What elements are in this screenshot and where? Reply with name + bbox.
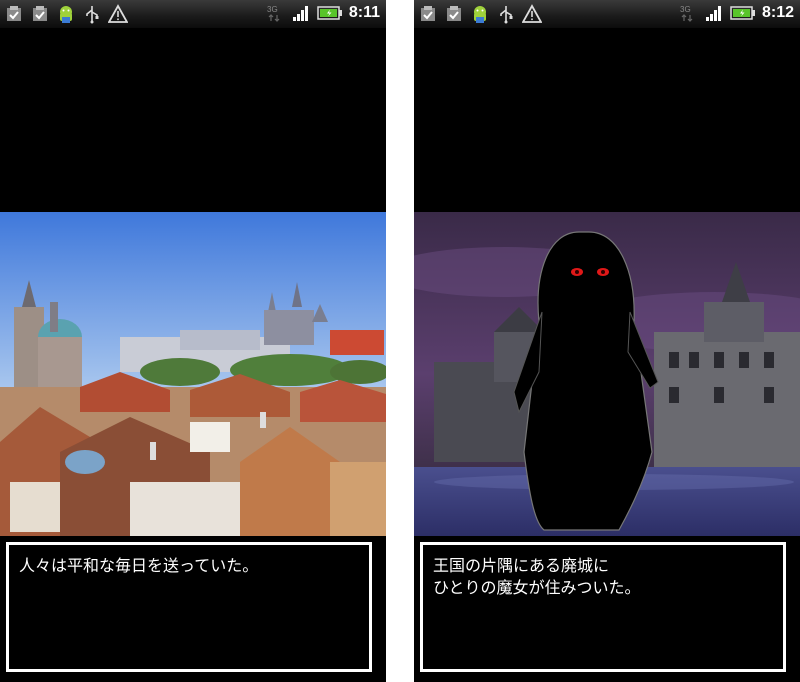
status-time: 8:11 bbox=[348, 4, 380, 21]
message-line: ひとりの魔女が住みついた。 bbox=[433, 578, 641, 597]
signal-icon bbox=[705, 6, 721, 21]
status-bar: 3G 8:11 bbox=[0, 0, 386, 28]
scene-image-witch-castle[interactable] bbox=[414, 212, 800, 536]
battery-icon bbox=[730, 6, 755, 20]
status-bar: 3G 8:12 bbox=[414, 0, 800, 28]
warning-icon[interactable] bbox=[522, 4, 542, 24]
usb-icon[interactable] bbox=[82, 4, 102, 24]
usb-icon[interactable] bbox=[496, 4, 516, 24]
task-check-icon[interactable] bbox=[30, 4, 50, 24]
message-box[interactable]: 王国の片隅にある廃城に ひとりの魔女が住みついた。 bbox=[420, 542, 786, 672]
signal-icon bbox=[292, 6, 308, 21]
android-icon[interactable] bbox=[56, 4, 76, 24]
3g-icon: 3G bbox=[267, 5, 280, 22]
blank-top-area bbox=[0, 28, 386, 212]
blank-top-area bbox=[414, 28, 800, 212]
message-line: 王国の片隅にある廃城に bbox=[433, 556, 610, 575]
phone-screen-right: 3G 8:12 王国の片隅にある廃城に ひとりの魔女が住みついた。 bbox=[414, 0, 800, 682]
task-check-icon[interactable] bbox=[418, 4, 438, 24]
battery-icon bbox=[317, 6, 342, 20]
warning-icon[interactable] bbox=[108, 4, 128, 24]
task-check-icon[interactable] bbox=[4, 4, 24, 24]
scene-image-city[interactable] bbox=[0, 212, 386, 536]
android-icon[interactable] bbox=[470, 4, 490, 24]
message-box[interactable]: 人々は平和な毎日を送っていた。 bbox=[6, 542, 372, 672]
3g-icon: 3G bbox=[680, 5, 693, 22]
task-check-icon[interactable] bbox=[444, 4, 464, 24]
phone-screen-left: 3G 8:11 人々は平和な毎日を送っていた。 bbox=[0, 0, 386, 682]
message-line: 人々は平和な毎日を送っていた。 bbox=[19, 556, 259, 575]
svg-text:3G: 3G bbox=[680, 5, 691, 14]
status-time: 8:12 bbox=[761, 4, 794, 21]
svg-text:3G: 3G bbox=[267, 5, 278, 14]
